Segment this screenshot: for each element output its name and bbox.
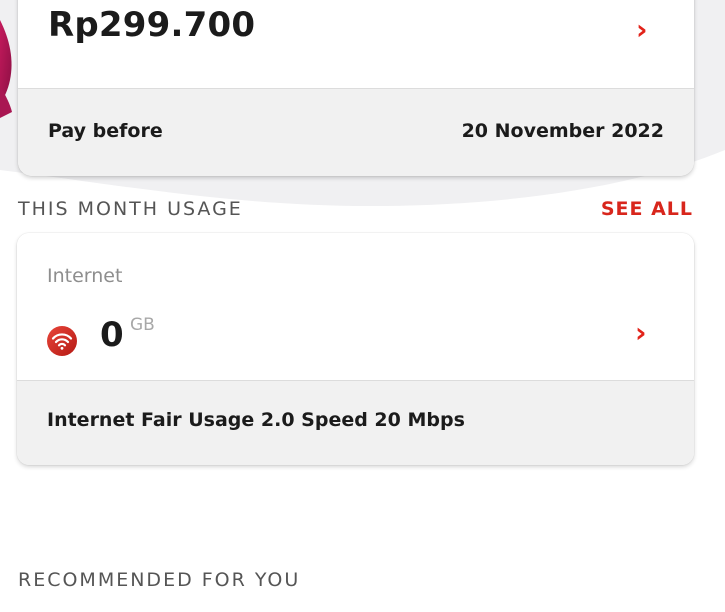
bill-due-row: Pay before 20 November 2022 — [18, 88, 694, 176]
pay-before-date: 20 November 2022 — [461, 120, 664, 142]
pay-before-label: Pay before — [48, 120, 163, 142]
usage-plan-text: Internet Fair Usage 2.0 Speed 20 Mbps — [47, 409, 465, 431]
chevron-right-icon[interactable]: › — [636, 16, 648, 44]
usage-section-title: THIS MONTH USAGE — [18, 198, 243, 220]
usage-plan-row: Internet Fair Usage 2.0 Speed 20 Mbps — [17, 380, 694, 465]
chevron-right-icon[interactable]: › — [635, 319, 647, 347]
usage-card[interactable]: Internet 0 GB › Internet Fair Usage 2.0 … — [17, 233, 694, 465]
bill-amount: Rp299.700 — [48, 5, 256, 45]
usage-unit: GB — [130, 315, 155, 335]
bill-card[interactable]: Rp299.700 › Pay before 20 November 2022 — [18, 0, 694, 176]
page: Rp299.700 › Pay before 20 November 2022 … — [0, 0, 725, 612]
usage-item-label: Internet — [47, 265, 123, 287]
see-all-link[interactable]: SEE ALL — [601, 198, 693, 220]
recommended-section-title: RECOMMENDED FOR YOU — [18, 569, 301, 591]
wifi-icon — [47, 326, 77, 356]
usage-value: 0 — [100, 315, 124, 355]
internet-usage-summary[interactable]: Internet 0 GB › — [17, 233, 694, 380]
bill-summary[interactable]: Rp299.700 › — [18, 0, 694, 88]
